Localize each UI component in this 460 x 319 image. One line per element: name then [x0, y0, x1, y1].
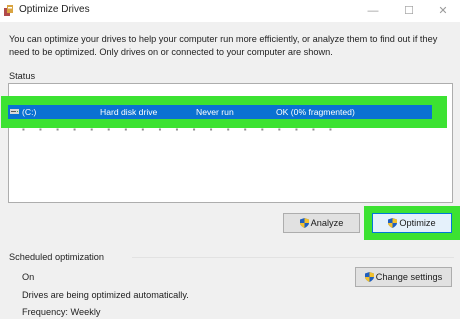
section-divider: [132, 257, 454, 258]
shield-icon: [299, 218, 309, 228]
schedule-state: On: [22, 272, 35, 282]
schedule-frequency: Frequency: Weekly: [22, 307, 101, 317]
status-section-label: Status: [9, 71, 36, 81]
drive-name: (C:): [22, 107, 37, 117]
change-settings-button-label: Change settings: [375, 272, 443, 282]
hard-disk-icon: [10, 109, 19, 114]
drive-current-status: OK (0% fragmented): [276, 107, 355, 117]
drive-row-c[interactable]: (C:) Hard disk drive Never run OK (0% fr…: [8, 105, 432, 119]
scheduled-section-label: Scheduled optimization: [9, 252, 104, 262]
drive-media-type: Hard disk drive: [100, 107, 158, 117]
schedule-message: Drives are being optimized automatically…: [22, 290, 189, 300]
optimize-button[interactable]: Optimize: [372, 213, 452, 233]
window-title: Optimize Drives: [19, 4, 90, 15]
optimize-button-label: Optimize: [399, 218, 436, 228]
analyze-button[interactable]: Analyze: [283, 213, 360, 233]
optimize-drives-icon: [4, 5, 13, 16]
change-settings-button[interactable]: Change settings: [355, 267, 452, 287]
shield-icon: [364, 272, 374, 282]
minimize-button[interactable]: —: [356, 0, 390, 22]
shield-icon: [388, 218, 398, 228]
close-button[interactable]: ✕: [426, 0, 460, 22]
drive-last-run: Never run: [196, 107, 234, 117]
maximize-button[interactable]: ☐: [392, 0, 426, 22]
title-bar: Optimize Drives — ☐ ✕: [0, 0, 460, 22]
description-text: You can optimize your drives to help you…: [9, 34, 438, 57]
analyze-button-label: Analyze: [310, 218, 344, 228]
